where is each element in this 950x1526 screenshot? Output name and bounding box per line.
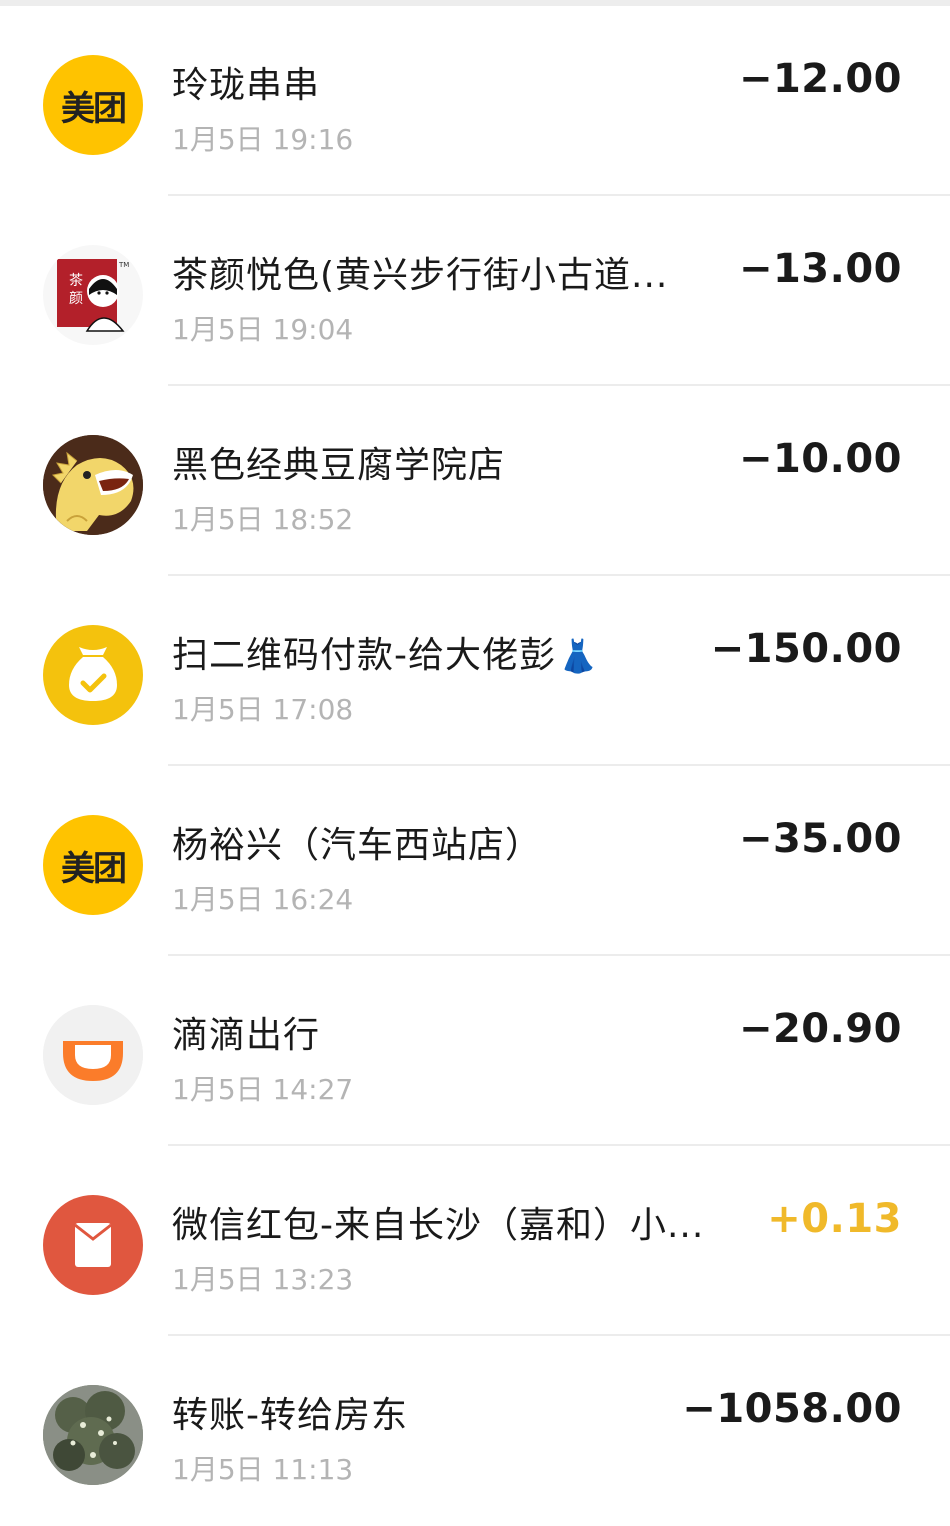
transaction-row[interactable]: 转账-转给房东 1月5日 11:13 −1058.00 — [0, 1336, 950, 1526]
dinosaur-logo-icon — [43, 435, 143, 535]
svg-text:TM: TM — [118, 261, 129, 269]
transaction-list: 美团 玲珑串串 1月5日 19:16 −12.00 茶 颜 TM 茶颜悦色(黄兴… — [0, 6, 950, 1526]
transaction-time: 1月5日 17:08 — [172, 693, 354, 726]
transaction-amount: −10.00 — [738, 436, 902, 482]
tree-photo-avatar-icon — [43, 1385, 143, 1485]
transaction-time: 1月5日 11:13 — [172, 1453, 354, 1486]
merchant-name: 黑色经典豆腐学院店 — [172, 445, 506, 486]
transaction-time: 1月5日 13:23 — [172, 1263, 354, 1296]
chayanyuese-logo-icon: 茶 颜 TM — [43, 245, 143, 345]
transaction-amount: −13.00 — [738, 246, 902, 292]
transaction-amount: −20.90 — [738, 1006, 902, 1052]
transaction-amount: −150.00 — [710, 626, 902, 672]
transaction-amount: −35.00 — [738, 816, 902, 862]
merchant-name: 微信红包-来自长沙（嘉和）小... — [172, 1205, 705, 1246]
dress-emoji: 👗 — [558, 637, 599, 675]
transaction-row[interactable]: 滴滴出行 1月5日 14:27 −20.90 — [0, 956, 950, 1146]
transaction-amount: −1058.00 — [682, 1386, 902, 1432]
merchant-name: 茶颜悦色(黄兴步行街小古道... — [172, 255, 669, 296]
didi-logo-icon — [43, 1005, 143, 1105]
svg-text:茶: 茶 — [69, 273, 83, 289]
meituan-logo-icon: 美团 — [43, 55, 143, 155]
transaction-amount: +0.13 — [767, 1196, 902, 1242]
merchant-name-text: 扫二维码付款-给大佬彭 — [172, 635, 556, 676]
transaction-time: 1月5日 16:24 — [172, 883, 354, 916]
transaction-row[interactable]: 扫二维码付款-给大佬彭👗 1月5日 17:08 −150.00 — [0, 576, 950, 766]
merchant-name: 杨裕兴（汽车西站店） — [172, 825, 543, 866]
transaction-row[interactable]: 微信红包-来自长沙（嘉和）小... 1月5日 13:23 +0.13 — [0, 1146, 950, 1336]
transaction-row[interactable]: 茶 颜 TM 茶颜悦色(黄兴步行街小古道... 1月5日 19:04 −13.0… — [0, 196, 950, 386]
merchant-name: 滴滴出行 — [172, 1015, 321, 1056]
svg-text:颜: 颜 — [69, 291, 83, 307]
red-packet-icon — [43, 1195, 143, 1295]
meituan-logo-icon: 美团 — [43, 815, 143, 915]
transaction-time: 1月5日 19:04 — [172, 313, 354, 346]
transaction-time: 1月5日 18:52 — [172, 503, 354, 536]
transaction-time: 1月5日 14:27 — [172, 1073, 354, 1106]
transaction-amount: −12.00 — [738, 56, 902, 102]
transaction-time: 1月5日 19:16 — [172, 123, 354, 156]
merchant-name: 扫二维码付款-给大佬彭👗 — [172, 626, 599, 678]
merchant-name: 玲珑串串 — [172, 65, 321, 106]
transaction-row[interactable]: 黑色经典豆腐学院店 1月5日 18:52 −10.00 — [0, 386, 950, 576]
merchant-name: 转账-转给房东 — [172, 1395, 408, 1436]
transaction-row[interactable]: 美团 玲珑串串 1月5日 19:16 −12.00 — [0, 6, 950, 196]
money-bag-check-icon — [43, 625, 143, 725]
transaction-row[interactable]: 美团 杨裕兴（汽车西站店） 1月5日 16:24 −35.00 — [0, 766, 950, 956]
